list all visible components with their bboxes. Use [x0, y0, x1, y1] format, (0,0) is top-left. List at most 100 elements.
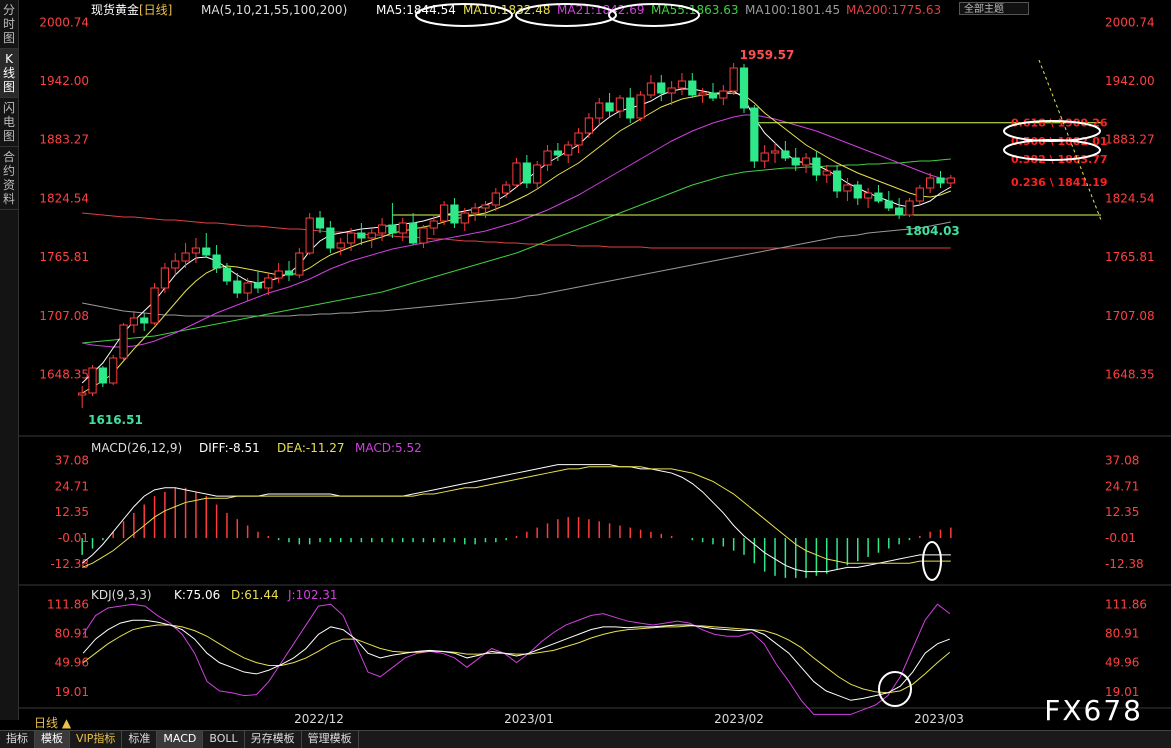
kdj-tick-right: 49.96 — [1105, 656, 1139, 670]
macd-value-1: DEA:-11.27 — [277, 441, 345, 455]
candle-body — [439, 204, 449, 222]
price-tick-left: 1942.00 — [39, 74, 89, 88]
price-tick-left: 1883.27 — [39, 133, 89, 147]
bottom-tab-0[interactable]: 指标 — [0, 731, 35, 748]
candle-body — [191, 247, 201, 254]
candle-body — [739, 67, 749, 109]
candle-body — [698, 92, 707, 96]
ma-value-4: MA100:1801.45 — [745, 3, 840, 17]
candle-body — [212, 254, 221, 269]
bottom-tab-7[interactable]: 管理模板 — [302, 731, 359, 748]
candle-body — [336, 242, 345, 249]
price-tick-right: 1648.35 — [1105, 368, 1155, 382]
candle-body — [657, 82, 666, 94]
macd-tick-left: -12.38 — [50, 557, 89, 571]
chart-canvas[interactable]: 1648.35 1648.35 1707.08 1707.08 1765.81 1765.… — [19, 0, 1171, 730]
candle-body — [460, 212, 469, 224]
candle-body — [502, 184, 511, 194]
candle-body — [636, 94, 645, 119]
candle-body — [150, 287, 159, 324]
j-line — [82, 603, 951, 715]
bottom-tab-4[interactable]: MACD — [157, 731, 204, 748]
candle-body — [719, 90, 728, 99]
macd-tick-left: -0.01 — [58, 531, 89, 545]
candle-body — [936, 177, 945, 184]
x-label-0: 2022/12 — [294, 712, 344, 726]
candle-body — [377, 224, 387, 234]
candle-body — [595, 102, 604, 119]
price-annotation-1: 1616.51 — [88, 413, 143, 427]
candle-body — [584, 117, 594, 134]
candle-body — [895, 207, 904, 216]
candle-body — [791, 157, 800, 166]
price-tick-left: 1824.54 — [39, 191, 89, 205]
sidebar-tab-3[interactable]: 合约资料 — [0, 147, 18, 210]
kdj-tick-right: 111.86 — [1105, 597, 1147, 611]
candle-body — [315, 217, 325, 229]
candle-body — [781, 150, 790, 159]
price-annotation-2: 1804.03 — [905, 224, 960, 238]
candle-body — [305, 217, 314, 254]
bottom-tab-3[interactable]: 标准 — [122, 731, 158, 748]
candle-body — [284, 270, 294, 276]
kdj-tick-left: 111.86 — [47, 597, 89, 611]
candle-body — [450, 204, 459, 224]
bottom-tab-1[interactable]: 模板 — [35, 731, 70, 748]
candle-body — [770, 150, 780, 154]
bottom-tab-2[interactable]: VIP指标 — [70, 731, 123, 748]
candle-body — [605, 102, 614, 112]
candle-body — [398, 222, 407, 234]
price-tick-right: 1883.27 — [1105, 133, 1155, 147]
theme-select[interactable]: 全部主题 — [959, 2, 1029, 15]
candle-body — [688, 80, 697, 96]
candle-body — [884, 200, 893, 209]
kdj-label: KDJ(9,3,3) — [91, 588, 152, 602]
candle-body — [708, 92, 718, 99]
candle-body — [264, 277, 273, 289]
candle-body — [801, 157, 811, 166]
macd-tick-left: 24.71 — [55, 479, 89, 493]
candle-body — [326, 227, 335, 249]
candle-body — [419, 227, 428, 244]
candle-body — [615, 97, 625, 112]
d-line — [82, 624, 951, 694]
sidebar-tab-0[interactable]: 分时图 — [0, 0, 18, 49]
candle-body — [140, 317, 149, 324]
candle-body — [926, 177, 935, 189]
candle-body — [160, 267, 170, 289]
candle-body — [905, 200, 914, 216]
bottom-tab-6[interactable]: 另存模板 — [245, 731, 302, 748]
candle-body — [750, 107, 759, 162]
macd-tick-left: 12.35 — [55, 505, 89, 519]
x-label-3: 2023/03 — [914, 712, 964, 726]
candle-body — [119, 324, 128, 359]
candle-body — [533, 164, 542, 184]
k-line — [82, 619, 950, 701]
ma-value-5: MA200:1775.63 — [846, 3, 941, 17]
macd-label: MACD(26,12,9) — [91, 441, 182, 455]
candle-body — [946, 177, 955, 184]
candle-body — [388, 224, 397, 234]
sidebar-tab-2[interactable]: 闪电图 — [0, 98, 18, 147]
price-tick-right: 1707.08 — [1105, 309, 1155, 323]
candle-body — [853, 184, 862, 199]
kdj-tick-right: 80.91 — [1105, 627, 1139, 641]
candle-body — [243, 282, 252, 294]
candle-body — [626, 97, 635, 119]
sidebar: 分时图K线图闪电图合约资料 — [0, 0, 19, 720]
ma21-line — [82, 114, 951, 348]
bottom-toolbar: 指标 模板 VIP指标 标准 MACD BOLL 另存模板 管理模板 — [0, 730, 1171, 748]
kdj-value-0: K:75.06 — [174, 588, 220, 602]
kdj-tick-left: 19.01 — [55, 685, 89, 699]
diff-line — [81, 464, 951, 573]
bottom-tab-5[interactable]: BOLL — [203, 731, 245, 748]
candle-body — [564, 144, 573, 156]
price-tick-left: 1707.08 — [39, 309, 89, 323]
sidebar-tab-1[interactable]: K线图 — [0, 49, 18, 98]
candle-body — [822, 170, 831, 176]
period-label[interactable]: 日线 ▲ — [34, 714, 71, 731]
candle-body — [295, 252, 304, 276]
candle-body — [760, 152, 769, 162]
price-tick-left: 1765.81 — [39, 250, 89, 264]
candle-body — [202, 247, 211, 256]
